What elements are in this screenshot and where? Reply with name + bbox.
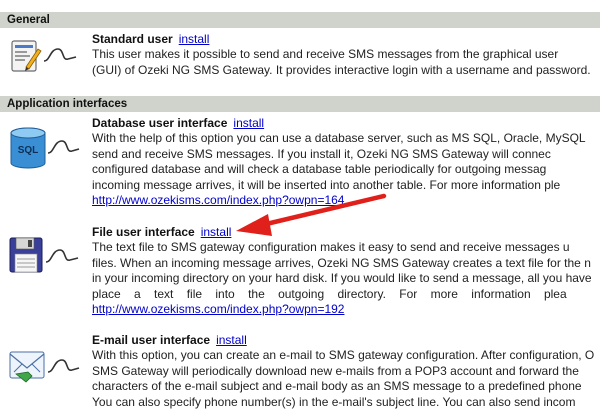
- section-header-general: General: [0, 12, 600, 28]
- install-link-database[interactable]: install: [233, 116, 264, 130]
- more-info-link-database[interactable]: http://www.ozekisms.com/index.php?owpn=1…: [92, 193, 344, 207]
- desc-line: With this option, you can create an e-ma…: [92, 348, 595, 362]
- desc-line: SMS Gateway will periodically download n…: [92, 363, 579, 378]
- entry-description: This user makes it possible to send and …: [92, 47, 600, 78]
- entry-title-text: Standard user: [92, 32, 173, 46]
- desc-line: incoming message arrives, it will be ins…: [92, 177, 561, 192]
- section-title: General: [7, 14, 50, 26]
- install-link-standard[interactable]: install: [179, 32, 210, 46]
- section-header-application-interfaces: Application interfaces: [0, 96, 600, 112]
- entry-description: With this option, you can create an e-ma…: [92, 348, 600, 410]
- desc-line: With the help of this option you can use…: [92, 131, 586, 145]
- desc-line: The text file to SMS gateway configurati…: [92, 240, 570, 254]
- entry-title: File user interface install: [92, 224, 600, 240]
- sql-database-icon: SQL: [6, 123, 80, 173]
- email-envelope-icon: [6, 342, 80, 392]
- entry-title: E-mail user interface install: [92, 332, 600, 348]
- desc-line: place a text file into the outgoing dire…: [92, 286, 567, 301]
- desc-line: configured database and will check a dat…: [92, 162, 547, 177]
- top-strip: [0, 0, 600, 7]
- install-link-email[interactable]: install: [216, 333, 247, 347]
- desc-line: (GUI) of Ozeki NG SMS Gateway. It provid…: [92, 62, 591, 77]
- desc-line: in your incoming directory on your hard …: [92, 271, 592, 286]
- entry-title: Database user interface install: [92, 115, 600, 131]
- user-form-icon: [6, 31, 80, 81]
- desc-line: This user makes it possible to send and …: [92, 47, 559, 61]
- more-info-link-file[interactable]: http://www.ozekisms.com/index.php?owpn=1…: [92, 302, 344, 316]
- entry-description: The text file to SMS gateway configurati…: [92, 240, 600, 318]
- entry-title-text: Database user interface: [92, 116, 228, 130]
- svg-text:SQL: SQL: [18, 145, 39, 156]
- entry-title-text: File user interface: [92, 225, 195, 239]
- install-link-file[interactable]: install: [201, 225, 232, 239]
- desc-line: files. When an incoming message arrives,…: [92, 255, 591, 270]
- floppy-disk-icon: [6, 232, 80, 282]
- desc-line: characters of the e-mail subject and e-m…: [92, 379, 582, 394]
- entry-description: With the help of this option you can use…: [92, 131, 600, 209]
- section-title: Application interfaces: [7, 98, 128, 110]
- entry-title: Standard user install: [92, 31, 600, 47]
- desc-line: send and receive SMS messages. If you in…: [92, 146, 551, 161]
- entry-title-text: E-mail user interface: [92, 333, 211, 347]
